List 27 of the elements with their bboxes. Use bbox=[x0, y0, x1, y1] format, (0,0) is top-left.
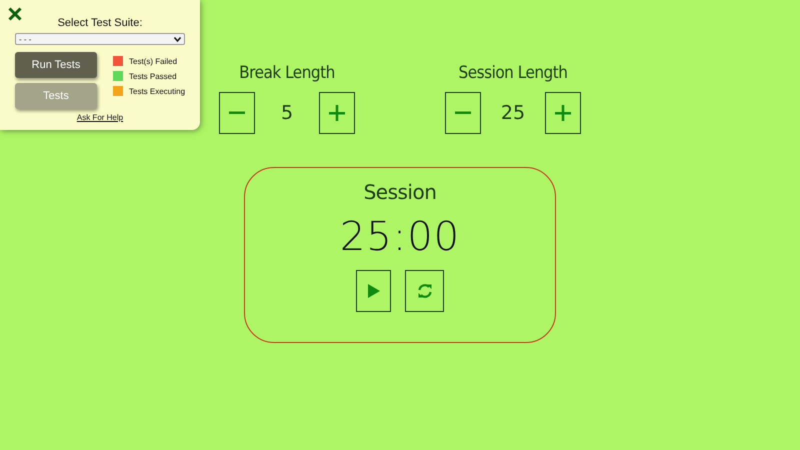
decrement-button[interactable] bbox=[219, 92, 255, 134]
legend-label: Test(s) Failed bbox=[129, 56, 178, 66]
decrement-button[interactable] bbox=[445, 92, 481, 134]
length-value: 5 bbox=[280, 102, 294, 124]
play-icon bbox=[366, 283, 380, 299]
minus-icon bbox=[229, 111, 245, 115]
timer-display: 25:00 bbox=[340, 214, 460, 260]
legend-label: Tests Executing bbox=[129, 86, 186, 96]
minus-icon bbox=[455, 111, 471, 115]
close-icon[interactable] bbox=[8, 7, 22, 21]
help-link[interactable]: Ask For Help bbox=[76, 113, 124, 122]
refresh-icon bbox=[416, 283, 432, 299]
length-value: 25 bbox=[500, 102, 526, 124]
suite-select[interactable]: - - - bbox=[15, 33, 185, 45]
increment-button[interactable] bbox=[545, 92, 581, 134]
panel-title: Select Test Suite: bbox=[58, 17, 142, 29]
run-tests-button[interactable]: Run Tests bbox=[15, 52, 97, 78]
timer-label: Session bbox=[364, 180, 436, 204]
increment-button[interactable] bbox=[319, 92, 355, 134]
plus-icon bbox=[555, 105, 571, 121]
control-label: Break Length bbox=[239, 63, 335, 83]
legend-label: Tests Passed bbox=[129, 72, 177, 80]
play-button[interactable] bbox=[356, 270, 391, 312]
chevron-icon bbox=[174, 36, 181, 42]
plus-icon bbox=[329, 105, 345, 121]
reset-button[interactable] bbox=[405, 270, 444, 312]
control-label: Session Length bbox=[458, 63, 568, 83]
